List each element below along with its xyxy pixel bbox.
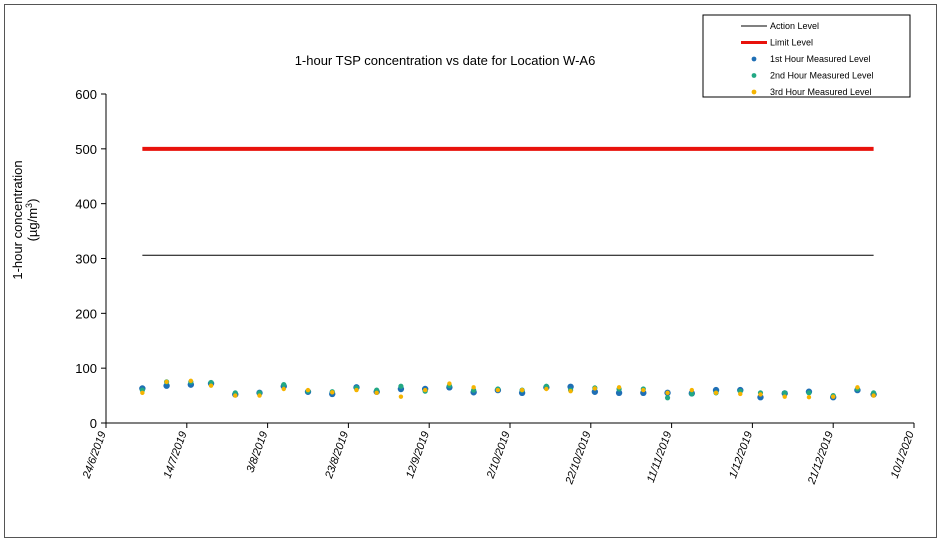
legend: Action Level Limit Level 1st Hour Measured… — [702, 14, 911, 98]
x-tick-label: 10/1/2020 — [889, 429, 917, 480]
third-hour-point — [354, 387, 359, 393]
third-hour-point — [281, 386, 286, 392]
second-hour-point — [806, 390, 812, 396]
third-hour-point — [519, 387, 525, 393]
third-hour-point — [758, 392, 763, 397]
legend-action-level-label: Action Level — [770, 21, 819, 31]
y-tick-label: 100 — [75, 361, 97, 376]
third-hour-point — [188, 378, 194, 383]
third-hour-point — [831, 394, 836, 399]
x-tick-label: 11/11/2019 — [645, 430, 675, 484]
y-axis-label: 1-hour concentration (µg/m3) — [10, 160, 40, 279]
data-points — [139, 378, 877, 401]
x-tick-label: 2/10/2019 — [484, 430, 512, 481]
third-hour-point — [495, 387, 501, 393]
third-hour-point — [855, 385, 860, 390]
chart-svg: 1-hour TSP concentration vs date for Loc… — [10, 14, 917, 487]
y-tick-label: 0 — [90, 416, 97, 431]
third-hour-point — [871, 393, 876, 398]
third-hour-point — [689, 387, 694, 393]
second-hour-point — [664, 395, 671, 401]
axes — [105, 94, 914, 424]
second-hour-point — [398, 383, 404, 389]
x-tick-label: 21/12/2019 — [806, 430, 836, 487]
third-hour-point — [330, 390, 335, 395]
y-tick-label: 500 — [75, 142, 97, 157]
third-hour-point — [422, 387, 428, 393]
chart-title: 1-hour TSP concentration vs date for Loc… — [295, 53, 596, 68]
third-hour-point — [140, 390, 145, 396]
x-tick-label: 12/9/2019 — [404, 430, 432, 480]
third-hour-point — [257, 393, 262, 398]
chart-frame: 1-hour TSP concentration vs date for Loc… — [4, 4, 937, 538]
third-hour-point — [568, 388, 573, 394]
third-hour-point — [471, 385, 476, 390]
second-hour-point — [281, 382, 287, 388]
y-axis-label-line1: 1-hour concentration — [10, 160, 25, 279]
legend-limit-level-label: Limit Level — [770, 38, 813, 48]
third-hour-point — [305, 387, 311, 393]
legend-first-hour-label: 1st Hour Measured Level — [770, 54, 871, 64]
third-hour-point — [592, 386, 598, 391]
x-tick-label: 14/7/2019 — [162, 430, 190, 480]
third-hour-point — [713, 390, 719, 396]
third-hour-point — [616, 385, 622, 390]
third-hour-point — [738, 391, 743, 397]
y-tick-label: 200 — [75, 306, 97, 321]
y-axis-unit-suffix: ) — [25, 199, 40, 203]
x-tick-label: 1/12/2019 — [727, 430, 755, 480]
third-hour-point — [665, 390, 670, 396]
x-tick-label: 23/8/2019 — [323, 430, 351, 481]
legend-second-hour-swatch — [751, 73, 757, 78]
third-hour-point — [374, 390, 379, 396]
legend-third-hour-label: 3rd Hour Measured Level — [770, 87, 872, 97]
level-lines — [142, 146, 874, 256]
third-hour-point — [164, 379, 169, 385]
third-hour-point — [806, 395, 812, 400]
x-tick-label: 22/10/2019 — [563, 430, 593, 487]
third-hour-point — [233, 393, 238, 398]
x-ticks: 24/6/2019 14/7/2019 3/8/2019 23/8/2019 12/9/… — [80, 423, 917, 487]
legend-second-hour-label: 2nd Hour Measured Level — [770, 71, 874, 81]
third-hour-point — [782, 394, 787, 399]
y-tick-label: 600 — [75, 87, 97, 102]
y-ticks: 0 100 200 300 400 500 600 — [75, 87, 106, 431]
third-hour-point — [398, 394, 404, 399]
y-tick-label: 300 — [75, 252, 97, 267]
third-hour-point — [544, 386, 549, 392]
legend-first-hour-swatch — [751, 56, 757, 62]
third-hour-point — [447, 381, 452, 386]
third-hour-point — [208, 383, 214, 388]
x-tick-label: 24/6/2019 — [80, 430, 108, 481]
y-tick-label: 400 — [75, 197, 97, 212]
y-axis-label-line2: (µg/m3) — [24, 199, 40, 242]
x-tick-label: 3/8/2019 — [244, 430, 270, 474]
legend-third-hour-swatch — [751, 89, 757, 95]
third-hour-point — [641, 387, 646, 393]
y-axis-unit-prefix: (µg/m — [25, 208, 40, 242]
